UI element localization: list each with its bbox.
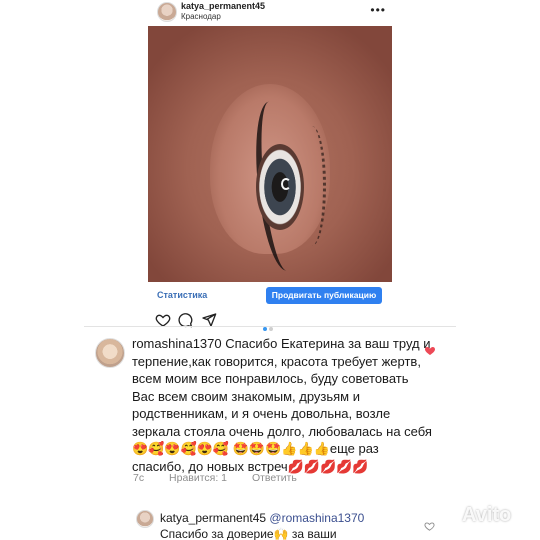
reply-mention[interactable]: @romashina1370 xyxy=(269,511,364,525)
statistics-link[interactable]: Статистика xyxy=(157,290,207,300)
carousel-dot xyxy=(269,327,273,331)
liked-heart-icon[interactable] xyxy=(424,346,436,357)
comment-body: romashina1370 Спасибо Екатерина за ваш т… xyxy=(132,335,432,475)
reply-button[interactable]: Ответить xyxy=(252,472,297,484)
comment-text: Спасибо Екатерина за ваш труд и терпение… xyxy=(132,336,432,456)
reply-username[interactable]: katya_permanent45 xyxy=(160,511,266,525)
promote-post-button[interactable]: Продвигать публикацию xyxy=(266,287,382,304)
carousel-indicator xyxy=(263,318,275,336)
watermark-text: Avito xyxy=(462,504,512,526)
reply-body: katya_permanent45 @romashina1370 Спасибо… xyxy=(160,510,410,540)
commenter-username[interactable]: romashina1370 xyxy=(132,336,222,351)
author-username[interactable]: katya_permanent45 xyxy=(181,1,265,11)
carousel-dot-active xyxy=(263,327,267,331)
comment-meta: 7с Нравится: 1 Ответить xyxy=(133,472,319,484)
reply-text: Спасибо за доверие🙌 за ваши xyxy=(160,527,337,540)
comment-time: 7с xyxy=(133,472,145,484)
reply-author-avatar[interactable] xyxy=(136,510,154,528)
divider xyxy=(84,326,456,327)
heart-outline-icon[interactable] xyxy=(424,522,435,532)
avito-watermark: Avito xyxy=(438,503,533,531)
post-header: katya_permanent45 Краснодар ••• xyxy=(150,0,392,26)
post-photo[interactable] xyxy=(148,26,392,282)
commenter-avatar[interactable] xyxy=(95,338,125,368)
more-horizontal-icon[interactable]: ••• xyxy=(370,3,386,17)
photo-eye-glint xyxy=(281,178,291,190)
author-avatar[interactable] xyxy=(157,2,177,22)
post-location[interactable]: Краснодар xyxy=(181,12,221,21)
avito-logo-icon xyxy=(440,509,457,526)
comment-likes[interactable]: Нравится: 1 xyxy=(169,472,227,484)
photo-lashes xyxy=(298,126,326,246)
photo-eye xyxy=(256,144,304,230)
